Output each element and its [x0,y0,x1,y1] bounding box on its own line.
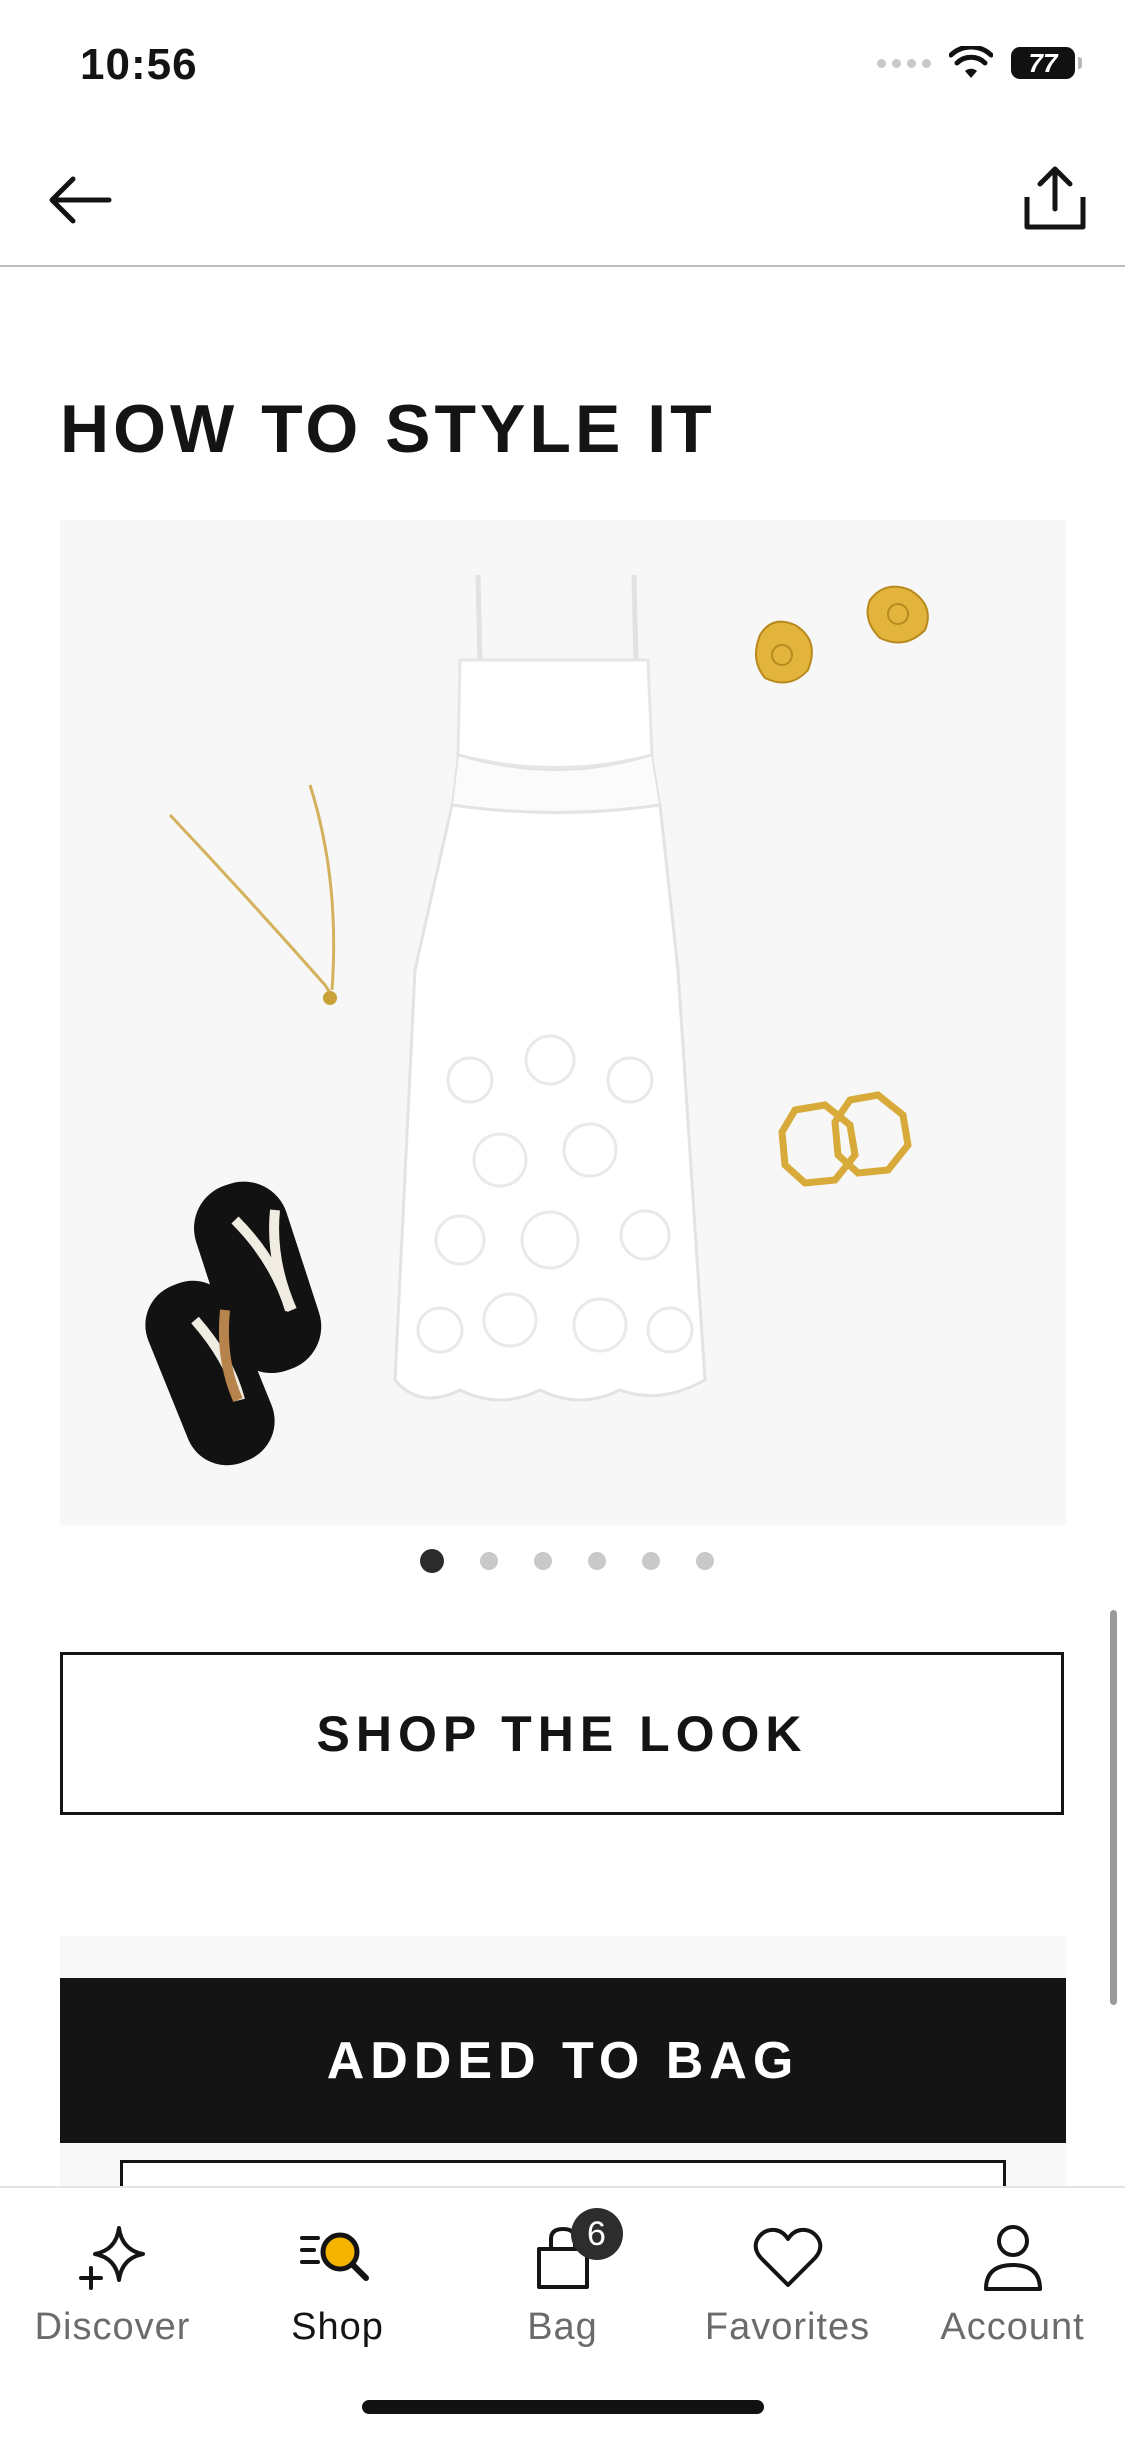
tab-bag[interactable]: 6 Bag [450,2208,675,2349]
status-icons: 77 [877,46,1082,80]
share-icon [1024,166,1086,230]
wifi-icon [949,46,993,78]
tab-label: Discover [34,2306,191,2348]
tab-discover[interactable]: Discover [0,2218,225,2349]
style-look-image[interactable] [60,520,1066,1525]
shop-search-icon [298,2218,378,2298]
top-nav-bar [0,130,1125,267]
carousel-pagination[interactable] [0,1549,1125,1573]
black-sandals-image [145,1181,322,1466]
carousel-dot[interactable] [587,1552,606,1570]
bag-count-badge: 6 [570,2208,623,2260]
carousel-dot[interactable] [695,1552,714,1570]
heart-icon [753,2218,823,2298]
battery-icon: 77 [1011,47,1082,79]
gold-rings-image [778,1091,912,1187]
bag-icon: 6 [533,2208,623,2298]
tab-account[interactable]: Account [900,2218,1125,2349]
necklace-image [168,784,337,1005]
person-icon [982,2218,1044,2298]
tab-label: Bag [527,2306,598,2348]
carousel-dot[interactable] [479,1552,498,1570]
tab-label: Account [940,2306,1085,2348]
arrow-left-icon [49,176,112,224]
shop-the-look-button[interactable]: SHOP THE LOOK [60,1652,1064,1815]
status-bar: 10:56 77 [0,0,1125,130]
tab-favorites[interactable]: Favorites [675,2218,900,2349]
bottom-tab-bar: Discover Shop 6 Bag Favorites Account [0,2186,1125,2438]
back-button[interactable] [40,160,120,240]
status-time: 10:56 [80,40,198,89]
added-to-bag-button[interactable]: ADDED TO BAG [60,1978,1066,2143]
carousel-dot[interactable] [533,1552,552,1570]
outfit-flatlay-illustration [145,574,929,1466]
sparkle-icon [77,2218,149,2298]
home-indicator [362,2400,764,2414]
scrollbar[interactable] [1110,1610,1117,2005]
carousel-dot[interactable] [419,1549,444,1573]
carousel-dot[interactable] [641,1552,660,1570]
section-title: HOW TO STYLE IT [60,391,716,467]
tab-shop[interactable]: Shop [225,2218,450,2349]
white-dress-image [393,574,707,1402]
cellular-signal-icon [877,58,931,68]
shell-earrings-image [755,585,929,684]
tab-label: Favorites [704,2306,871,2348]
share-button[interactable] [1015,158,1095,238]
tab-label: Shop [291,2306,384,2348]
